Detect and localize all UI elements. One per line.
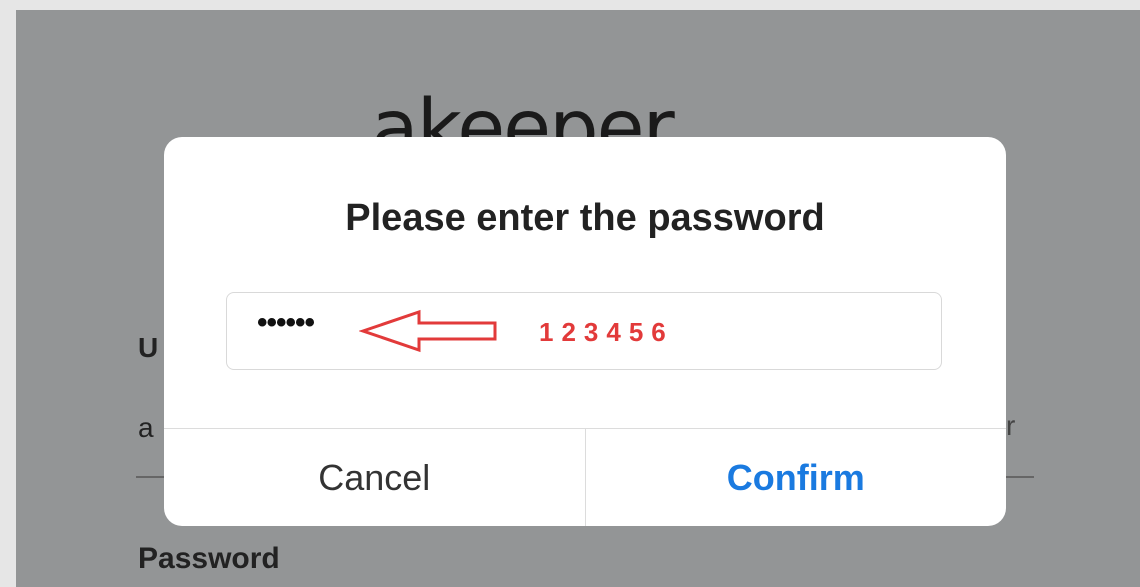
confirm-button[interactable]: Confirm <box>586 429 1007 526</box>
password-masked-value: •••••• <box>257 306 315 339</box>
password-label: Password <box>138 542 280 575</box>
cancel-button[interactable]: Cancel <box>164 429 586 526</box>
dialog-title: Please enter the password <box>345 197 825 239</box>
left-arrow-icon <box>359 309 497 353</box>
username-divider-left <box>136 476 166 478</box>
username-divider-right <box>1004 476 1034 478</box>
password-hint-annotation: 123456 <box>539 317 674 347</box>
password-dialog: Please enter the password •••••• 123456 … <box>164 137 1006 526</box>
app-screen: akeeper U a r Password Please enter the … <box>16 10 1140 587</box>
password-input[interactable]: •••••• 123456 <box>226 292 942 370</box>
username-trailing-text: r <box>1006 410 1016 441</box>
dialog-button-row: Cancel Confirm <box>164 428 1006 526</box>
username-value: a <box>138 412 154 443</box>
username-label: U <box>138 332 159 363</box>
